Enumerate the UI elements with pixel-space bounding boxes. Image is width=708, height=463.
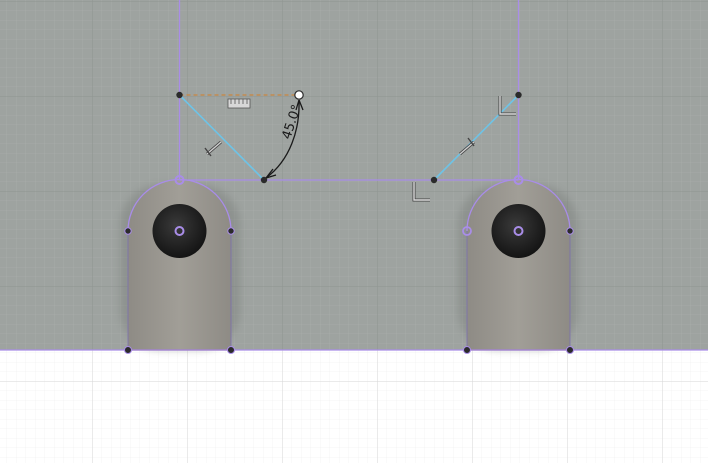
work-plane-grid bbox=[0, 0, 708, 350]
point-right-tab-mid-right bbox=[566, 227, 574, 235]
sketch-canvas[interactable]: 45.0° bbox=[0, 0, 708, 463]
left-hole[interactable] bbox=[152, 204, 207, 258]
point-left-tab-bottom-right bbox=[227, 346, 235, 354]
point-right-top bbox=[515, 91, 522, 99]
point-left-tab-bottom-left bbox=[124, 346, 132, 354]
point-left-angle-bottom bbox=[260, 176, 268, 184]
point-right-angle-bottom bbox=[430, 176, 438, 184]
point-right-tab-bottom-right bbox=[566, 346, 574, 354]
right-hole[interactable] bbox=[491, 204, 546, 258]
point-dimension-end bbox=[294, 90, 304, 100]
point-left-tab-mid-left bbox=[124, 227, 132, 235]
point-left-top bbox=[176, 91, 183, 99]
ground-grid bbox=[0, 350, 708, 463]
horizontal-constraint-icon[interactable] bbox=[227, 98, 251, 109]
point-right-tab-bottom-left bbox=[463, 346, 471, 354]
point-left-tab-mid-right bbox=[227, 227, 235, 235]
